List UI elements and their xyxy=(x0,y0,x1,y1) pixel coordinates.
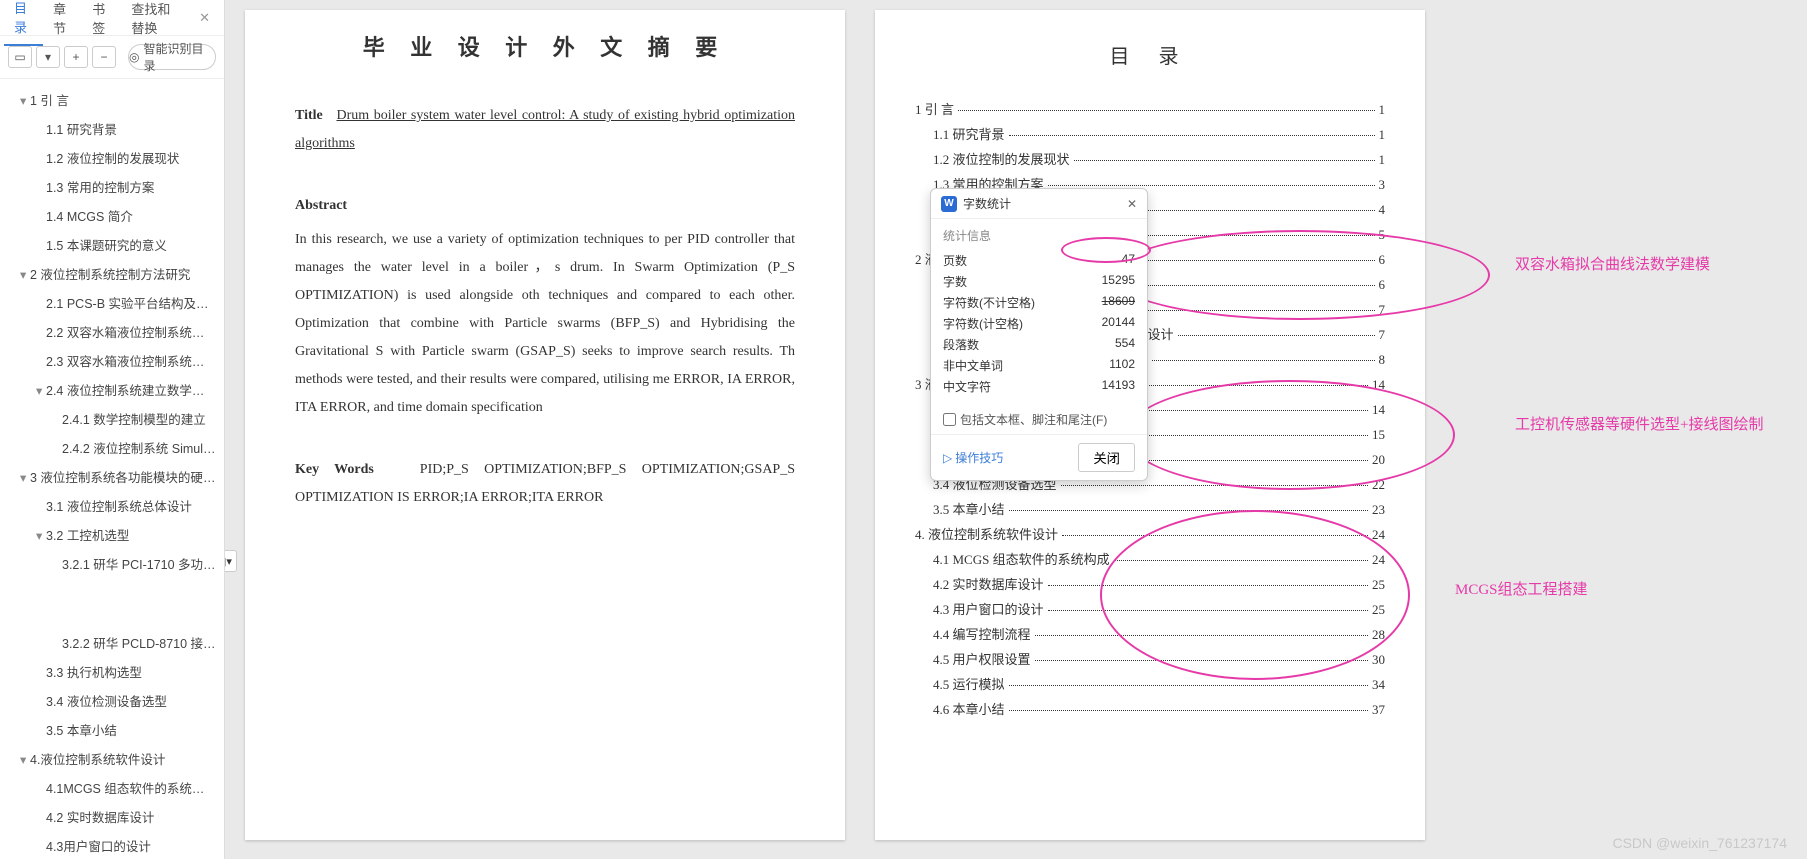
dialog-close-icon[interactable]: ✕ xyxy=(1127,197,1137,211)
outline-level-button[interactable]: ▾ xyxy=(36,46,60,68)
page-options-button[interactable]: ▤▾ xyxy=(225,550,237,572)
outline-toolbar: ▭ ▾ + − ◎ 智能识别目录 xyxy=(0,36,224,79)
outline-item[interactable]: 1.3 常用的控制方案 xyxy=(0,172,224,201)
outline-item[interactable]: ▾4.液位控制系统软件设计 xyxy=(0,744,224,773)
annotation-text-1: 双容水箱拟合曲线法数学建模 xyxy=(1515,255,1710,276)
outline-item[interactable]: 3.5 本章小结 xyxy=(0,715,224,744)
outline-item[interactable]: ▾2.4 液位控制系统建立数学模型及… xyxy=(0,375,224,404)
outline-item[interactable]: 1.5 本课题研究的意义 xyxy=(0,230,224,259)
outline-item[interactable]: 2.3 双容水箱液位控制系统的控制… xyxy=(0,346,224,375)
toc-row: 4.3 用户窗口的设计25 xyxy=(915,599,1385,618)
abstract-label: Abstract xyxy=(295,198,347,213)
title-label: Title xyxy=(295,108,323,123)
toc-row: 4.5 运行模拟34 xyxy=(915,674,1385,693)
abstract-body: In this research, we use a variety of op… xyxy=(295,226,795,422)
annotation-text-2: 工控机传感器等硬件选型+接线图绘制 xyxy=(1515,415,1775,436)
outline-item[interactable]: ▾1 引 言 xyxy=(0,85,224,114)
outline-item[interactable]: 3.1 液位控制系统总体设计 xyxy=(0,491,224,520)
outline-item[interactable]: 2.1 PCS-B 实验平台结构及工作原… xyxy=(0,288,224,317)
keywords-label: Key Words xyxy=(295,462,374,477)
toc-row: 1.1 研究背景1 xyxy=(915,124,1385,143)
toc-row: 1 引 言1 xyxy=(915,99,1385,118)
outline-collapse-button[interactable]: ▭ xyxy=(8,46,32,68)
stat-row: 段落数554 xyxy=(943,334,1135,355)
toc-row: 4. 液位控制系统软件设计24 xyxy=(915,524,1385,543)
outline-item[interactable]: 2.4.2 液位控制系统 Simulink … xyxy=(0,433,224,462)
operation-tip-link[interactable]: ▷ 操作技巧 xyxy=(943,449,1003,466)
outline-item[interactable]: 1.2 液位控制的发展现状 xyxy=(0,143,224,172)
word-app-icon: W xyxy=(941,196,957,212)
checkbox-label: 包括文本框、脚注和尾注(F) xyxy=(960,411,1107,428)
outline-sidebar: 目录 章节 书签 查找和替换 ✕ ▭ ▾ + − ◎ 智能识别目录 ▾1 引 言… xyxy=(0,0,225,859)
outline-tree[interactable]: ▾1 引 言1.1 研究背景1.2 液位控制的发展现状1.3 常用的控制方案1.… xyxy=(0,79,224,859)
outline-item[interactable]: 4.1MCGS 组态软件的系统构成 xyxy=(0,773,224,802)
dialog-subtitle: 统计信息 xyxy=(943,227,1135,244)
play-icon: ▷ xyxy=(943,451,952,465)
sidebar-tabs: 目录 章节 书签 查找和替换 ✕ xyxy=(0,0,224,36)
toc-row: 4.2 实时数据库设计25 xyxy=(915,574,1385,593)
stat-row: 字符数(不计空格)18609 xyxy=(943,292,1135,313)
outline-item[interactable]: ▾3.2 工控机选型 xyxy=(0,520,224,549)
outline-item[interactable]: 3.4 液位检测设备选型 xyxy=(0,686,224,715)
page2-heading: 目 录 xyxy=(915,40,1385,69)
title-text: Drum boiler system water level control: … xyxy=(295,108,795,151)
page1-heading: 毕 业 设 计 外 文 摘 要 xyxy=(295,30,795,62)
smart-btn-label: 智能识别目录 xyxy=(143,40,215,74)
target-icon: ◎ xyxy=(129,50,139,64)
watermark: CSDN @weixin_761237174 xyxy=(1612,835,1787,851)
outline-item[interactable]: ▾3 液位控制系统各功能模块的硬件设… xyxy=(0,462,224,491)
outline-item[interactable]: ▾2 液位控制系统控制方法研究 xyxy=(0,259,224,288)
outline-item[interactable]: 3.2.2 研华 PCLD-8710 接线… xyxy=(0,628,224,657)
annotation-text-3: MCGS组态工程搭建 xyxy=(1455,580,1588,601)
outline-item[interactable]: 4.3用户窗口的设计 xyxy=(0,831,224,859)
document-canvas: ▤▾ 毕 业 设 计 外 文 摘 要 Title Drum boiler sys… xyxy=(225,0,1807,859)
outline-item[interactable]: 4.2 实时数据库设计 xyxy=(0,802,224,831)
include-textbox-checkbox[interactable] xyxy=(943,413,956,426)
stat-row: 页数47 xyxy=(943,250,1135,271)
toc-row: 4.1 MCGS 组态软件的系统构成24 xyxy=(915,549,1385,568)
smart-recognize-toc-button[interactable]: ◎ 智能识别目录 xyxy=(128,44,216,70)
toc-row: 3.5 本章小结23 xyxy=(915,499,1385,518)
outline-item[interactable]: 2.2 双容水箱液位控制系统控制要… xyxy=(0,317,224,346)
toc-row: 1.2 液位控制的发展现状1 xyxy=(915,149,1385,168)
toc-row: 4.4 编写控制流程28 xyxy=(915,624,1385,643)
stat-row: 字数15295 xyxy=(943,271,1135,292)
stat-row: 中文字符14193 xyxy=(943,376,1135,397)
toc-row: 4.6 本章小结37 xyxy=(915,699,1385,718)
outline-remove-button[interactable]: − xyxy=(92,46,116,68)
outline-item[interactable]: 3.2.1 研华 PCI-1710 多功能… xyxy=(0,549,224,578)
stat-row: 字符数(计空格)20144 xyxy=(943,313,1135,334)
toc-row: 4.5 用户权限设置30 xyxy=(915,649,1385,668)
close-sidebar-icon[interactable]: ✕ xyxy=(189,2,220,34)
dialog-close-button[interactable]: 关闭 xyxy=(1078,443,1135,472)
stat-row: 非中文单词1102 xyxy=(943,355,1135,376)
outline-item[interactable]: 1.4 MCGS 简介 xyxy=(0,201,224,230)
word-count-dialog: W 字数统计 ✕ 统计信息 页数47字数15295字符数(不计空格)18609字… xyxy=(930,188,1148,481)
outline-item[interactable]: 2.4.1 数学控制模型的建立 xyxy=(0,404,224,433)
outline-item[interactable]: 1.1 研究背景 xyxy=(0,114,224,143)
dialog-title: 字数统计 xyxy=(963,195,1011,212)
page-abstract: ▤▾ 毕 业 设 计 外 文 摘 要 Title Drum boiler sys… xyxy=(245,10,845,840)
outline-add-button[interactable]: + xyxy=(64,46,88,68)
outline-item[interactable]: 3.3 执行机构选型 xyxy=(0,657,224,686)
